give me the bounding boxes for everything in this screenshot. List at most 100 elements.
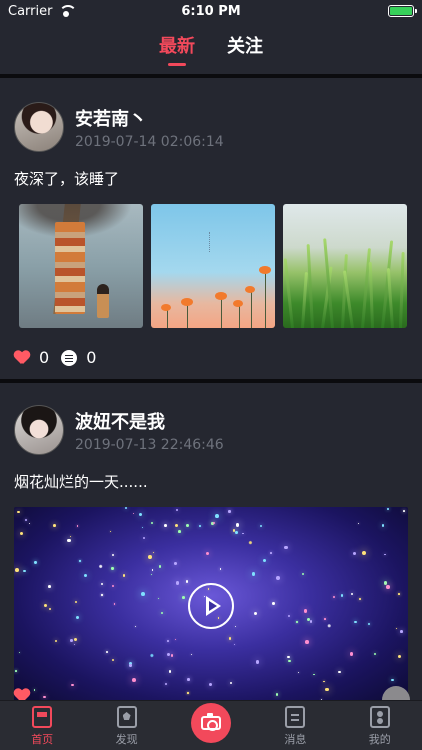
sparkle bbox=[75, 600, 78, 604]
comment-button[interactable]: 0 bbox=[61, 348, 96, 367]
sparkle bbox=[129, 664, 132, 667]
sparkle bbox=[397, 654, 402, 658]
post-card[interactable]: 波妞不是我 2019-07-13 22:46:46 烟花灿烂的一天...... bbox=[0, 383, 422, 717]
username[interactable]: 波妞不是我 bbox=[75, 408, 224, 434]
sparkle bbox=[233, 643, 235, 646]
sparkle bbox=[357, 523, 359, 525]
sparkle bbox=[332, 596, 335, 599]
sparkle bbox=[324, 618, 326, 620]
sparkle bbox=[114, 603, 116, 605]
avatar[interactable] bbox=[14, 405, 64, 455]
sparkle bbox=[150, 522, 153, 525]
sparkle bbox=[168, 670, 172, 674]
post-video[interactable] bbox=[14, 507, 408, 705]
sparkle bbox=[387, 508, 389, 511]
post-actions: 0 0 bbox=[14, 348, 408, 367]
sparkle bbox=[111, 554, 114, 557]
post-image-birdhouse-tree[interactable] bbox=[19, 204, 143, 328]
sparkle bbox=[275, 693, 278, 696]
wifi-icon bbox=[58, 5, 78, 17]
sparkle bbox=[142, 536, 146, 540]
sparkle bbox=[186, 524, 189, 528]
sparkle bbox=[174, 639, 176, 641]
sparkle bbox=[23, 569, 27, 573]
sparkle bbox=[303, 609, 308, 613]
tab-discover[interactable]: 发现 bbox=[97, 706, 157, 747]
sparkle bbox=[205, 551, 210, 555]
sparkle bbox=[190, 653, 193, 656]
post-image-grass-field[interactable] bbox=[283, 204, 407, 328]
sparkle bbox=[302, 572, 305, 575]
sparkle bbox=[340, 594, 344, 597]
sparkle bbox=[132, 678, 137, 683]
avatar[interactable] bbox=[14, 102, 64, 152]
sparkle bbox=[391, 678, 394, 682]
status-bar: Carrier 6:10 PM bbox=[0, 0, 422, 22]
sparkle bbox=[309, 620, 313, 623]
sparkle bbox=[28, 522, 31, 525]
tab-home-label: 首页 bbox=[31, 733, 54, 746]
sparkle bbox=[305, 640, 309, 644]
sparkle bbox=[383, 581, 388, 585]
post-text: 烟花灿烂的一天...... bbox=[14, 473, 148, 491]
sparkle bbox=[166, 652, 170, 656]
sparkle bbox=[367, 623, 370, 626]
sparkle bbox=[284, 546, 288, 550]
sparkle bbox=[242, 532, 245, 535]
post-text: 夜深了，该睡了 bbox=[14, 170, 120, 188]
sparkle bbox=[185, 580, 189, 583]
sparkle bbox=[157, 597, 160, 599]
post-card[interactable]: 安若南丶 2019-07-14 02:06:14 夜深了，该睡了 0 0 bbox=[0, 78, 422, 379]
sparkle bbox=[19, 532, 23, 536]
sparkle bbox=[101, 582, 104, 585]
sparkle bbox=[349, 651, 354, 656]
username[interactable]: 安若南丶 bbox=[75, 105, 224, 131]
sparkle bbox=[235, 531, 238, 534]
post-image-flowers-sky[interactable] bbox=[151, 204, 275, 328]
profile-icon bbox=[369, 706, 390, 728]
sparkle bbox=[251, 571, 256, 576]
sparkle bbox=[158, 564, 162, 568]
post-header: 安若南丶 2019-07-14 02:06:14 bbox=[14, 102, 408, 152]
heart-icon bbox=[14, 351, 30, 365]
carrier-label: Carrier bbox=[8, 3, 53, 19]
tab-home[interactable]: 首页 bbox=[12, 706, 72, 747]
sparkle bbox=[228, 510, 231, 513]
like-button[interactable]: 0 bbox=[14, 348, 49, 367]
tab-following[interactable]: 关注 bbox=[227, 32, 263, 66]
sparkle bbox=[229, 681, 233, 684]
play-icon[interactable] bbox=[188, 583, 234, 629]
sparkle bbox=[33, 689, 36, 691]
sparkle bbox=[111, 584, 115, 588]
user-info: 安若南丶 2019-07-14 02:06:14 bbox=[75, 105, 224, 150]
sparkle bbox=[148, 555, 152, 559]
sparkle bbox=[18, 651, 21, 654]
sparkle bbox=[109, 530, 111, 532]
sparkle bbox=[276, 576, 280, 580]
sparkle bbox=[296, 621, 298, 623]
sparkle bbox=[178, 530, 181, 533]
sparkle bbox=[79, 560, 81, 562]
sparkle bbox=[54, 640, 57, 643]
sparkle bbox=[163, 523, 167, 527]
sparkle bbox=[381, 524, 385, 527]
battery-icon bbox=[388, 5, 417, 17]
tab-mine[interactable]: 我的 bbox=[350, 706, 410, 747]
sparkle bbox=[298, 672, 300, 674]
sparkle bbox=[287, 655, 290, 658]
sparkle bbox=[34, 561, 37, 564]
sparkle bbox=[288, 659, 291, 663]
sparkle bbox=[151, 574, 153, 576]
camera-icon bbox=[200, 713, 221, 731]
camera-button[interactable] bbox=[190, 703, 231, 743]
tab-latest[interactable]: 最新 bbox=[159, 32, 195, 66]
sparkle bbox=[83, 573, 88, 578]
sparkle bbox=[141, 526, 144, 529]
tab-messages[interactable]: 消息 bbox=[265, 706, 325, 747]
sparkle bbox=[337, 670, 341, 674]
sparkle bbox=[74, 638, 78, 642]
sparkle bbox=[253, 611, 257, 616]
status-time: 6:10 PM bbox=[181, 3, 241, 19]
comment-icon bbox=[61, 349, 78, 366]
tab-camera[interactable] bbox=[181, 703, 241, 747]
